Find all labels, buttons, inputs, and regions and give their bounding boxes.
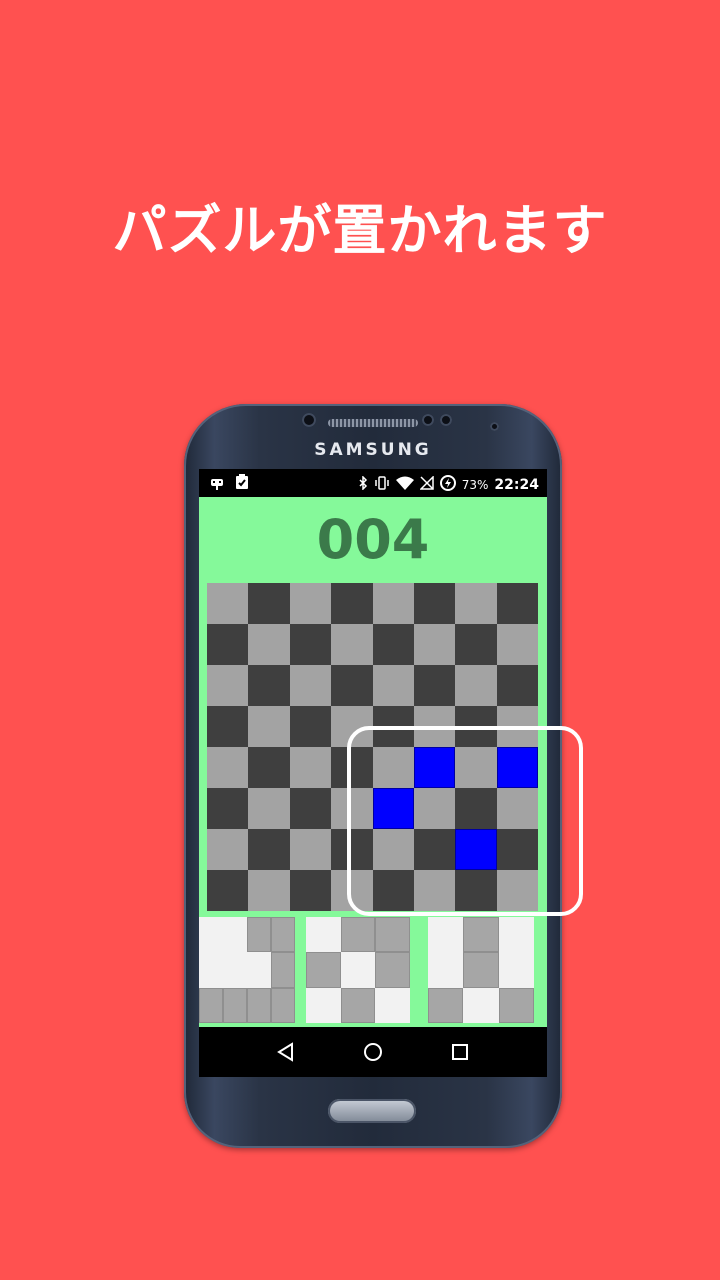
front-sensor-icon	[302, 413, 316, 427]
board-cell[interactable]	[248, 747, 290, 788]
board-cell[interactable]	[289, 624, 332, 665]
piece-slot-3[interactable]	[428, 917, 534, 1023]
board-cell[interactable]	[289, 706, 332, 747]
piece-block	[247, 987, 271, 1023]
board-cell[interactable]	[289, 829, 332, 870]
board-cell[interactable]	[413, 665, 456, 706]
piece-slot-1[interactable]	[199, 917, 295, 1023]
piece-block	[375, 952, 410, 988]
status-left-icons	[209, 474, 249, 494]
board-cell[interactable]	[496, 665, 538, 706]
board-cell[interactable]	[289, 665, 332, 706]
piece-block	[463, 917, 499, 953]
vibrate-icon	[374, 476, 390, 493]
score-counter: 004	[316, 508, 430, 571]
back-icon[interactable]	[274, 1040, 298, 1064]
phone-brand: SAMSUNG	[314, 440, 432, 460]
piece-block	[271, 952, 295, 988]
board-cell[interactable]	[331, 665, 373, 706]
proximity-sensor-icon	[440, 414, 452, 426]
battery-percent: 73%	[461, 477, 489, 492]
board-cell[interactable]	[248, 870, 290, 911]
piece-empty	[499, 952, 534, 987]
board-cell[interactable]	[289, 788, 332, 829]
wifi-icon	[395, 476, 414, 493]
piece-block	[271, 917, 295, 953]
board-cell[interactable]	[248, 829, 290, 870]
piece-empty	[463, 988, 498, 1023]
board-cell[interactable]	[331, 624, 373, 665]
board-cell[interactable]	[413, 624, 456, 665]
piece-empty	[375, 988, 410, 1023]
board-cell[interactable]	[331, 583, 373, 624]
board-cell[interactable]	[372, 583, 414, 624]
board-cell[interactable]	[207, 583, 249, 624]
board-cell[interactable]	[289, 747, 332, 788]
piece-empty	[223, 917, 247, 952]
board-cell[interactable]	[289, 870, 332, 911]
board-cell[interactable]	[289, 583, 332, 624]
board-cell[interactable]	[207, 870, 249, 911]
piece-block	[428, 987, 464, 1023]
piece-slot-2[interactable]	[306, 917, 410, 1023]
android-debug-icon	[209, 478, 235, 494]
bluetooth-icon	[359, 475, 368, 493]
piece-block	[223, 987, 247, 1023]
piece-empty	[341, 952, 376, 987]
no-signal-icon	[418, 475, 434, 493]
board-cell[interactable]	[372, 624, 414, 665]
recents-icon[interactable]	[448, 1040, 472, 1064]
board-cell[interactable]	[248, 788, 290, 829]
hardware-home-button[interactable]	[328, 1099, 416, 1123]
piece-block	[271, 987, 295, 1023]
board-cell[interactable]	[207, 788, 249, 829]
piece-block	[199, 987, 223, 1023]
board-cell[interactable]	[455, 624, 497, 665]
board-cell[interactable]	[207, 624, 249, 665]
piece-block	[340, 917, 376, 953]
piece-empty	[428, 952, 463, 987]
led-icon	[490, 422, 499, 431]
piece-empty	[306, 917, 341, 952]
battery-saver-icon	[439, 475, 456, 494]
piece-empty	[199, 952, 223, 987]
board-cell[interactable]	[248, 624, 290, 665]
piece-empty	[223, 952, 247, 987]
front-camera-icon	[422, 414, 434, 426]
piece-empty	[199, 917, 223, 952]
piece-empty	[499, 917, 534, 952]
headline: パズルが置かれます	[112, 199, 608, 262]
piece-block	[463, 952, 499, 988]
board-cell[interactable]	[248, 665, 290, 706]
board-cell[interactable]	[496, 624, 538, 665]
board-cell[interactable]	[455, 665, 497, 706]
earpiece-speaker	[328, 419, 418, 427]
piece-block	[375, 917, 410, 953]
piece-tray	[199, 917, 547, 1027]
board-cell[interactable]	[207, 706, 249, 747]
android-nav-bar	[199, 1027, 547, 1077]
board-cell[interactable]	[413, 583, 456, 624]
placement-highlight-frame	[347, 726, 583, 916]
board-cell[interactable]	[207, 747, 249, 788]
board-cell[interactable]	[455, 583, 497, 624]
board-cell[interactable]	[372, 665, 414, 706]
piece-block	[306, 952, 341, 988]
status-bar: 73% 22:24	[199, 469, 547, 497]
board-cell[interactable]	[248, 583, 290, 624]
board-cell[interactable]	[496, 583, 538, 624]
clipboard-check-icon	[235, 474, 249, 494]
status-clock: 22:24	[494, 476, 539, 493]
home-icon[interactable]	[361, 1040, 385, 1064]
piece-empty	[428, 917, 463, 952]
board-cell[interactable]	[207, 665, 249, 706]
status-right: 73% 22:24	[359, 475, 539, 494]
piece-empty	[306, 988, 341, 1023]
board-cell[interactable]	[248, 706, 290, 747]
board-cell[interactable]	[207, 829, 249, 870]
piece-block	[498, 987, 534, 1023]
piece-block	[340, 987, 376, 1023]
piece-block	[247, 917, 271, 953]
piece-empty	[247, 952, 271, 987]
